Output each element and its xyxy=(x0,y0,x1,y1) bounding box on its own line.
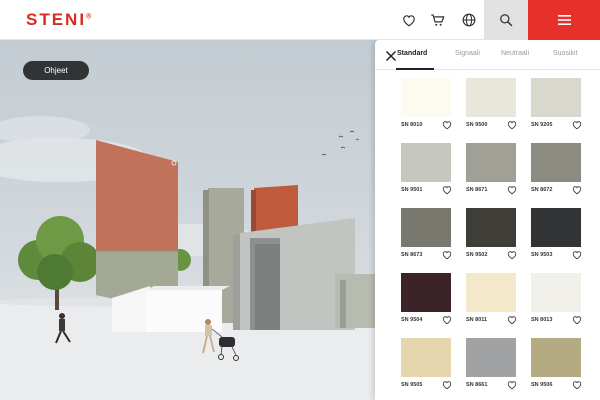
tab-suosikit[interactable]: Suosikit xyxy=(553,50,578,57)
color-swatch[interactable]: SN 8010 xyxy=(401,78,467,142)
logo-registered-mark: ® xyxy=(86,13,92,21)
favorites-button[interactable] xyxy=(397,0,421,40)
color-chip[interactable] xyxy=(401,208,451,247)
tab-standard[interactable]: Standard xyxy=(397,50,427,57)
heart-icon[interactable] xyxy=(507,120,517,130)
color-code-label: SN 9505 xyxy=(401,382,423,388)
color-chip[interactable] xyxy=(466,78,516,117)
color-code-label: SN 9503 xyxy=(531,252,553,258)
app-window: STENI® Ohjeet Standard Signaali Neutraal… xyxy=(0,0,600,400)
color-chip[interactable] xyxy=(531,208,581,247)
heart-icon[interactable] xyxy=(572,250,582,260)
color-code-label: SN 8671 xyxy=(466,187,488,193)
color-chip[interactable] xyxy=(466,208,516,247)
color-code-label: SN 9205 xyxy=(531,122,553,128)
color-swatch[interactable]: SN 9506 xyxy=(531,338,597,400)
search-icon xyxy=(500,14,513,27)
color-swatch[interactable]: SN 9501 xyxy=(401,143,467,207)
color-swatch[interactable]: SN 8661 xyxy=(466,338,532,400)
heart-icon[interactable] xyxy=(442,250,452,260)
color-swatch[interactable]: SN 9205 xyxy=(531,78,597,142)
tab-neutraali[interactable]: Neutraali xyxy=(501,50,529,57)
color-chip[interactable] xyxy=(466,338,516,377)
color-code-label: SN 8673 xyxy=(401,252,423,258)
globe-icon xyxy=(462,13,476,27)
color-code-label: SN 9500 xyxy=(466,122,488,128)
color-chip[interactable] xyxy=(531,273,581,312)
heart-icon[interactable] xyxy=(442,315,452,325)
color-swatch[interactable]: SN 8011 xyxy=(466,273,532,337)
heart-icon[interactable] xyxy=(507,185,517,195)
color-code-label: SN 8013 xyxy=(531,317,553,323)
heart-icon[interactable] xyxy=(572,380,582,390)
color-category-tabs: Standard Signaali Neutraali Suosikit xyxy=(375,40,600,70)
search-button[interactable] xyxy=(484,0,528,40)
color-swatch[interactable]: SN 8671 xyxy=(466,143,532,207)
color-swatch[interactable]: SN 8673 xyxy=(401,208,467,272)
color-chip[interactable] xyxy=(531,78,581,117)
logo-text: STENI xyxy=(26,10,87,29)
menu-button[interactable] xyxy=(528,0,600,40)
language-button[interactable] xyxy=(457,0,481,40)
heart-icon[interactable] xyxy=(442,185,452,195)
steni-logo[interactable]: STENI® xyxy=(26,10,91,30)
color-code-label: SN 8672 xyxy=(531,187,553,193)
color-code-label: SN 9502 xyxy=(466,252,488,258)
heart-icon[interactable] xyxy=(442,380,452,390)
color-swatch[interactable]: SN 8013 xyxy=(531,273,597,337)
heart-icon[interactable] xyxy=(442,120,452,130)
heart-icon xyxy=(403,14,415,26)
color-swatch[interactable]: SN 9503 xyxy=(531,208,597,272)
color-swatch[interactable]: SN 8672 xyxy=(531,143,597,207)
cart-icon xyxy=(430,14,444,26)
color-chip[interactable] xyxy=(531,338,581,377)
heart-icon[interactable] xyxy=(507,315,517,325)
heart-icon[interactable] xyxy=(572,315,582,325)
color-swatch[interactable]: SN 9500 xyxy=(466,78,532,142)
close-icon[interactable] xyxy=(385,50,397,62)
color-swatch[interactable]: SN 9504 xyxy=(401,273,467,337)
color-chip[interactable] xyxy=(401,338,451,377)
guide-button[interactable]: Ohjeet xyxy=(23,61,89,80)
tab-signaali[interactable]: Signaali xyxy=(455,50,480,57)
heart-icon[interactable] xyxy=(572,185,582,195)
heart-icon[interactable] xyxy=(507,250,517,260)
color-chip[interactable] xyxy=(466,273,516,312)
active-tab-indicator xyxy=(396,68,434,70)
color-chip[interactable] xyxy=(466,143,516,182)
color-chip[interactable] xyxy=(401,78,451,117)
color-code-label: SN 8661 xyxy=(466,382,488,388)
heart-icon[interactable] xyxy=(572,120,582,130)
color-chip[interactable] xyxy=(401,143,451,182)
color-code-label: SN 9501 xyxy=(401,187,423,193)
color-code-label: SN 8011 xyxy=(466,317,488,323)
color-chip[interactable] xyxy=(401,273,451,312)
color-code-label: SN 9506 xyxy=(531,382,553,388)
color-chip[interactable] xyxy=(531,143,581,182)
hamburger-menu-icon xyxy=(557,15,571,25)
color-code-label: SN 9504 xyxy=(401,317,423,323)
color-swatch[interactable]: SN 9502 xyxy=(466,208,532,272)
color-code-label: SN 8010 xyxy=(401,122,423,128)
cart-button[interactable] xyxy=(425,0,449,40)
heart-icon[interactable] xyxy=(507,380,517,390)
top-header: STENI® xyxy=(0,0,600,40)
color-swatch[interactable]: SN 9505 xyxy=(401,338,467,400)
color-panel: Standard Signaali Neutraali Suosikit SN … xyxy=(375,40,600,400)
